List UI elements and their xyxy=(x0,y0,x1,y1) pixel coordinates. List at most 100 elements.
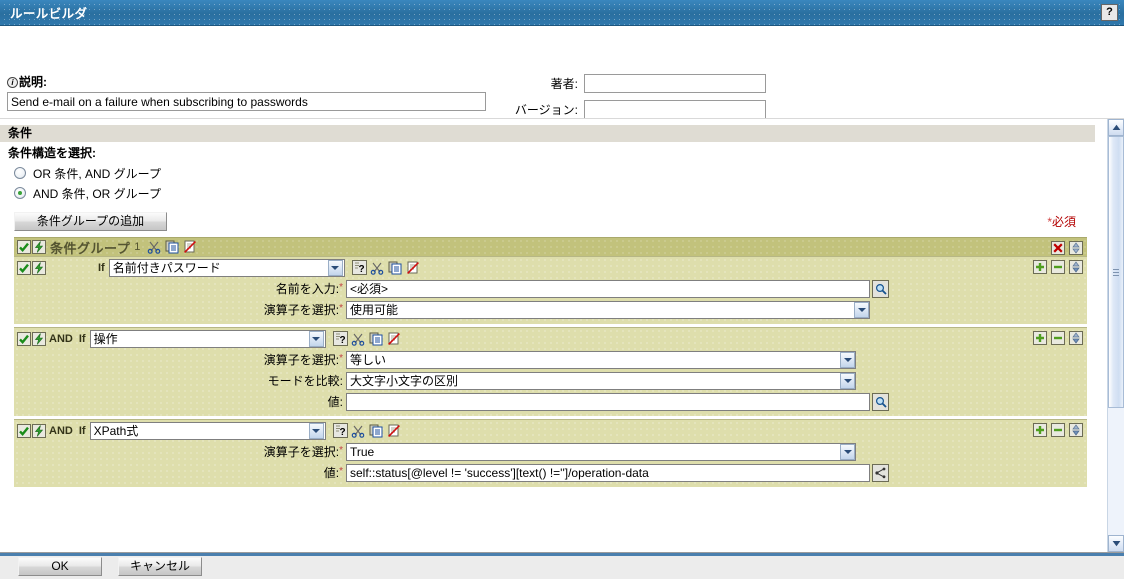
param-select[interactable]: 使用可能 xyxy=(346,300,870,319)
scrollbar-grip-icon xyxy=(1113,269,1119,276)
condition-copy-icon[interactable] xyxy=(369,331,384,346)
chevron-down-icon[interactable] xyxy=(840,351,855,368)
description-label: i 説明: xyxy=(7,73,47,90)
browse-magnifier-icon[interactable] xyxy=(872,392,889,411)
condition-header-row: If 名前付きパスワード ? xyxy=(14,257,1087,278)
group-remove-icon[interactable] xyxy=(1050,240,1065,255)
chevron-down-icon[interactable] xyxy=(840,443,855,460)
version-input[interactable] xyxy=(584,99,766,119)
svg-text:?: ? xyxy=(358,264,364,274)
author-input[interactable] xyxy=(584,73,766,93)
condition-type-select[interactable]: 操作 xyxy=(89,329,326,348)
condition-type-value: 名前付きパスワード xyxy=(112,261,221,275)
condition-enable-check-icon[interactable] xyxy=(16,331,31,346)
radio-or-and-icon[interactable] xyxy=(14,167,26,179)
chevron-down-icon[interactable] xyxy=(327,259,343,276)
chevron-down-icon[interactable] xyxy=(308,422,324,439)
condition-group-header: 条件グループ 1 xyxy=(14,237,1087,256)
param-select[interactable]: True xyxy=(346,442,856,461)
condition-lightning-icon[interactable] xyxy=(31,260,46,275)
add-condition-group-button[interactable]: 条件グループの追加 xyxy=(14,212,167,231)
chevron-down-icon[interactable] xyxy=(308,330,324,347)
condition-if-label: If xyxy=(78,424,86,437)
browse-magnifier-icon[interactable] xyxy=(872,279,889,298)
ok-button[interactable]: OK xyxy=(18,556,102,576)
condition-copy-icon[interactable] xyxy=(369,423,384,438)
group-copy-icon[interactable] xyxy=(164,240,179,255)
group-disable-lightning-icon[interactable] xyxy=(31,240,46,255)
scroll-down-button[interactable] xyxy=(1108,535,1124,552)
condition-type-select[interactable]: 名前付きパスワード xyxy=(108,258,345,277)
condition-move-updown-icon[interactable] xyxy=(1068,330,1083,345)
group-cut-icon[interactable] xyxy=(146,240,161,255)
condition-if-label: If xyxy=(98,261,105,274)
condition-param-row: モードを比較: 大文字小文字の区別 xyxy=(14,370,1087,391)
condition-add-icon[interactable] xyxy=(1032,259,1047,274)
expression-builder-icon[interactable] xyxy=(872,463,889,482)
condition-move-updown-icon[interactable] xyxy=(1068,422,1083,437)
param-label: 演算子を選択:* xyxy=(263,445,343,459)
condition-right-controls xyxy=(1032,259,1083,274)
condition-move-updown-icon[interactable] xyxy=(1068,259,1083,274)
info-icon[interactable]: i xyxy=(7,77,18,88)
condition-remove-icon[interactable] xyxy=(1050,422,1065,437)
condition-cut-icon[interactable] xyxy=(351,331,366,346)
param-select-value: 使用可能 xyxy=(350,303,399,317)
condition-help-icon[interactable]: ? xyxy=(332,423,348,438)
required-star: * xyxy=(339,466,343,477)
condition-type-value: XPath式 xyxy=(93,424,139,438)
group-enable-check-icon[interactable] xyxy=(16,240,31,255)
condition-help-icon[interactable]: ? xyxy=(351,260,367,275)
condition-enable-check-icon[interactable] xyxy=(16,260,31,275)
param-text-input[interactable]: <必須> xyxy=(346,279,870,298)
param-text-input[interactable] xyxy=(346,392,870,411)
required-star: * xyxy=(339,353,343,364)
condition-copy-icon[interactable] xyxy=(388,260,403,275)
vertical-scrollbar[interactable] xyxy=(1107,119,1124,552)
condition-remove-icon[interactable] xyxy=(1050,259,1065,274)
condition-group-number: 1 xyxy=(134,241,141,253)
param-select[interactable]: 等しい xyxy=(346,350,856,369)
condition-item: If 名前付きパスワード ? 名前を入力:* <必須> 演算子を選択:* 使用可… xyxy=(14,256,1087,324)
required-star: * xyxy=(339,282,343,293)
group-move-updown-icon[interactable] xyxy=(1068,240,1083,255)
radio-option-and-or[interactable]: AND 条件, OR グループ xyxy=(0,183,1095,203)
param-select[interactable]: 大文字小文字の区別 xyxy=(346,371,856,390)
group-delete-icon[interactable] xyxy=(182,240,197,255)
scroll-up-button[interactable] xyxy=(1108,119,1124,136)
condition-param-row: 値: xyxy=(14,391,1087,412)
description-input[interactable] xyxy=(7,92,486,111)
condition-type-select[interactable]: XPath式 xyxy=(89,421,326,440)
add-group-area: 条件グループの追加 *必須 xyxy=(0,203,1095,235)
condition-help-icon[interactable]: ? xyxy=(332,331,348,346)
param-select-value: 大文字小文字の区別 xyxy=(350,374,459,388)
group-right-controls xyxy=(1050,240,1083,255)
condition-add-icon[interactable] xyxy=(1032,330,1047,345)
condition-add-icon[interactable] xyxy=(1032,422,1047,437)
cancel-button[interactable]: キャンセル xyxy=(118,556,202,576)
condition-if-label: If xyxy=(78,332,86,345)
condition-delete-icon[interactable] xyxy=(387,331,402,346)
condition-cut-icon[interactable] xyxy=(351,423,366,438)
condition-enable-check-icon[interactable] xyxy=(16,423,31,438)
scrollbar-thumb[interactable] xyxy=(1108,136,1124,408)
chevron-down-icon[interactable] xyxy=(854,301,869,318)
radio-option-or-and[interactable]: OR 条件, AND グループ xyxy=(0,163,1095,183)
help-button[interactable]: ? xyxy=(1101,4,1118,21)
param-label: 名前を入力:* xyxy=(275,282,343,296)
condition-remove-icon[interactable] xyxy=(1050,330,1065,345)
condition-cut-icon[interactable] xyxy=(370,260,385,275)
param-text-input[interactable]: self::status[@level != 'success'][text()… xyxy=(346,463,870,482)
condition-delete-icon[interactable] xyxy=(387,423,402,438)
chevron-down-icon[interactable] xyxy=(840,372,855,389)
condition-header-row: AND If 操作 ? xyxy=(14,328,1087,349)
radio-and-or-icon[interactable] xyxy=(14,187,26,199)
dialog-footer: OK キャンセル xyxy=(0,552,1124,579)
scrollbar-track[interactable] xyxy=(1108,136,1124,535)
condition-delete-icon[interactable] xyxy=(406,260,421,275)
condition-header-row: AND If XPath式 ? xyxy=(14,420,1087,441)
condition-lightning-icon[interactable] xyxy=(31,331,46,346)
condition-right-controls xyxy=(1032,330,1083,345)
condition-lightning-icon[interactable] xyxy=(31,423,46,438)
conditions-panel: 条件 条件構造を選択: OR 条件, AND グループ AND 条件, OR グ… xyxy=(0,119,1095,552)
